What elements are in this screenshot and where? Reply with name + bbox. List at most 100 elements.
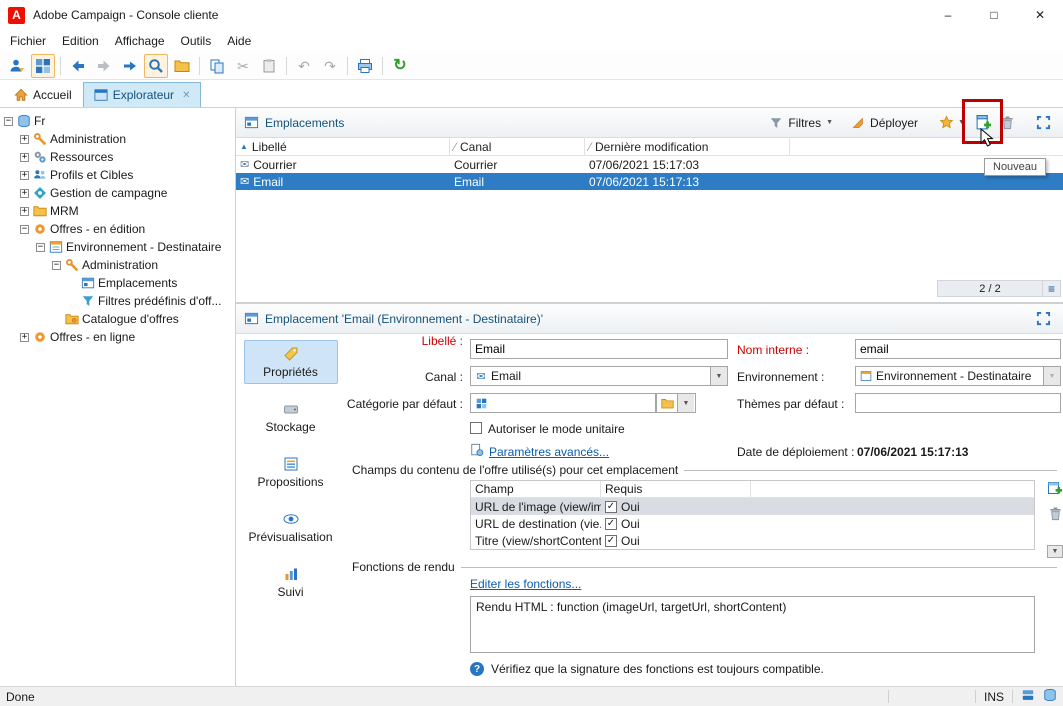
table-row-email-selected[interactable]: ✉ Email Email 07/06/2021 15:17:13 xyxy=(236,173,1063,190)
cut-button[interactable]: ✂ xyxy=(231,54,255,78)
requis-checkbox[interactable]: ✓ xyxy=(605,534,617,547)
categorie-input[interactable] xyxy=(470,393,656,413)
categorie-browse-button[interactable]: ▼ xyxy=(656,393,696,413)
tree-item-emplacements[interactable]: Emplacements xyxy=(0,274,235,292)
tab-proprietes[interactable]: Propriétés xyxy=(243,340,338,384)
canal-select[interactable]: ✉ Email ▼ xyxy=(470,366,728,386)
nom-interne-input[interactable] xyxy=(855,339,1061,359)
tab-suivi[interactable]: Suivi xyxy=(244,560,338,604)
column-header-libelle[interactable]: ▲ Libellé xyxy=(236,138,450,155)
expand-icon[interactable]: + xyxy=(20,188,29,198)
delete-field-button[interactable] xyxy=(1048,506,1063,524)
collapse-icon[interactable]: − xyxy=(20,224,29,234)
tree-item-fr[interactable]: − Fr xyxy=(0,112,235,130)
deploiement-label: Date de déploiement : xyxy=(737,445,855,459)
tab-explorateur[interactable]: Explorateur ✕ xyxy=(82,82,202,107)
actions-menu-button[interactable] xyxy=(934,111,958,135)
goto-parent-button[interactable] xyxy=(118,54,142,78)
menu-item-fichier[interactable]: Fichier xyxy=(2,32,54,50)
fullscreen-button[interactable] xyxy=(1031,307,1055,331)
column-header-modification[interactable]: ⁄ Dernière modification xyxy=(585,138,790,155)
tree-item-profils-et-cibles[interactable]: + Profils et Cibles xyxy=(0,166,235,184)
tree-item-filtres-predefinis[interactable]: Filtres prédéfinis d'off... xyxy=(0,292,235,310)
delete-button[interactable] xyxy=(995,111,1019,135)
champs-row-titre[interactable]: Titre (view/shortContent) ✓ Oui xyxy=(471,532,1034,549)
requis-checkbox[interactable]: ✓ xyxy=(605,517,617,530)
tab-propositions[interactable]: Propositions xyxy=(244,450,338,494)
menu-item-outils[interactable]: Outils xyxy=(173,32,220,50)
menu-item-affichage[interactable]: Affichage xyxy=(107,32,173,50)
list-menu-icon[interactable]: ≡ xyxy=(1043,280,1061,297)
categorie-label: Catégorie par défaut : xyxy=(346,397,463,411)
search-button[interactable] xyxy=(144,53,168,78)
maximize-button[interactable]: □ xyxy=(971,0,1017,30)
statusbar: Done INS xyxy=(0,686,1063,706)
connect-user-button[interactable] xyxy=(5,54,29,78)
column-header-requis[interactable]: Requis xyxy=(601,481,751,497)
mode-unitaire-checkbox[interactable] xyxy=(470,422,482,434)
tree-item-mrm[interactable]: + MRM xyxy=(0,202,235,220)
champs-row-url-destination[interactable]: URL de destination (vie... ✓ Oui xyxy=(471,515,1034,532)
tab-previsualisation[interactable]: Prévisualisation xyxy=(244,505,338,549)
expand-icon[interactable]: + xyxy=(20,152,29,162)
column-header-canal[interactable]: ⁄ Canal xyxy=(450,138,585,155)
requis-checkbox[interactable]: ✓ xyxy=(605,500,617,513)
fullscreen-button[interactable] xyxy=(1031,111,1055,135)
forward-button[interactable] xyxy=(92,54,116,78)
canal-dropdown-button[interactable]: ▼ xyxy=(710,367,727,385)
close-button[interactable]: ✕ xyxy=(1017,0,1063,30)
explorer-button[interactable] xyxy=(31,53,55,78)
tree-item-label: MRM xyxy=(50,204,79,218)
add-field-button[interactable] xyxy=(1047,480,1063,499)
chevron-down-icon: ▼ xyxy=(715,372,723,380)
new-button[interactable]: Nouveau xyxy=(962,98,1047,176)
render-functions-box[interactable]: Rendu HTML : function (imageUrl, targetU… xyxy=(470,596,1035,653)
expand-icon[interactable]: + xyxy=(20,170,29,180)
menu-item-edition[interactable]: Edition xyxy=(54,32,107,50)
refresh-button[interactable]: ↻ xyxy=(388,54,412,78)
tree-item-offres-en-edition[interactable]: − Offres - en édition xyxy=(0,220,235,238)
libelle-input[interactable] xyxy=(470,339,728,359)
undo-button[interactable]: ↶ xyxy=(292,54,316,78)
copy-button[interactable] xyxy=(205,54,229,78)
collapse-icon[interactable]: − xyxy=(36,242,45,252)
tab-accueil[interactable]: Accueil xyxy=(3,82,83,107)
list-panel-title: Emplacements xyxy=(265,115,345,130)
collapse-icon[interactable]: − xyxy=(52,260,61,270)
minimize-button[interactable]: – xyxy=(925,0,971,30)
tree-item-ressources[interactable]: + Ressources xyxy=(0,148,235,166)
field-options-button[interactable]: ▼ xyxy=(1047,545,1063,558)
tree-item-offres-en-ligne[interactable]: + Offres - en ligne xyxy=(0,328,235,346)
themes-input[interactable] xyxy=(855,393,1061,413)
redo-button[interactable]: ↷ xyxy=(318,54,342,78)
column-header-champ[interactable]: Champ xyxy=(471,481,601,497)
tab-close-icon[interactable]: ✕ xyxy=(182,90,190,101)
chevron-down-icon[interactable]: ▼ xyxy=(958,119,965,126)
back-button[interactable] xyxy=(66,54,90,78)
champs-row-url-image[interactable]: URL de l'image (view/ima... ✓ Oui xyxy=(471,498,1034,515)
environnement-select[interactable]: Environnement - Destinataire ▼ xyxy=(855,366,1061,386)
advanced-params-link[interactable]: Paramètres avancés... xyxy=(489,445,609,459)
cell-requis: Oui xyxy=(621,516,640,531)
edit-functions-link[interactable]: Editer les fonctions... xyxy=(470,577,581,591)
print-button[interactable] xyxy=(353,54,377,78)
toolbar-separator xyxy=(199,56,200,75)
tree-item-administration[interactable]: + Administration xyxy=(0,130,235,148)
collapse-icon[interactable]: − xyxy=(4,116,13,126)
redo-icon: ↷ xyxy=(324,57,336,74)
tree-item-administration-sub[interactable]: − Administration xyxy=(0,256,235,274)
expand-icon[interactable]: + xyxy=(20,206,29,216)
categorie-dropdown-button[interactable]: ▼ xyxy=(677,394,694,412)
menu-item-aide[interactable]: Aide xyxy=(219,32,259,50)
tree-item-environnement-destinataire[interactable]: − Environnement - Destinataire xyxy=(0,238,235,256)
expand-icon[interactable]: + xyxy=(20,134,29,144)
deploy-button[interactable]: Déployer xyxy=(845,113,924,133)
table-row-courrier[interactable]: ✉ Courrier Courrier 07/06/2021 15:17:03 xyxy=(236,156,1063,173)
paste-button[interactable] xyxy=(257,54,281,78)
tab-stockage[interactable]: Stockage xyxy=(244,395,338,439)
tree-item-gestion-de-campagne[interactable]: + Gestion de campagne xyxy=(0,184,235,202)
open-folder-button[interactable] xyxy=(170,54,194,78)
filters-button[interactable]: Filtres ▼ xyxy=(763,113,839,133)
expand-icon[interactable]: + xyxy=(20,332,29,342)
tree-item-catalogue-offres[interactable]: Catalogue d'offres xyxy=(0,310,235,328)
